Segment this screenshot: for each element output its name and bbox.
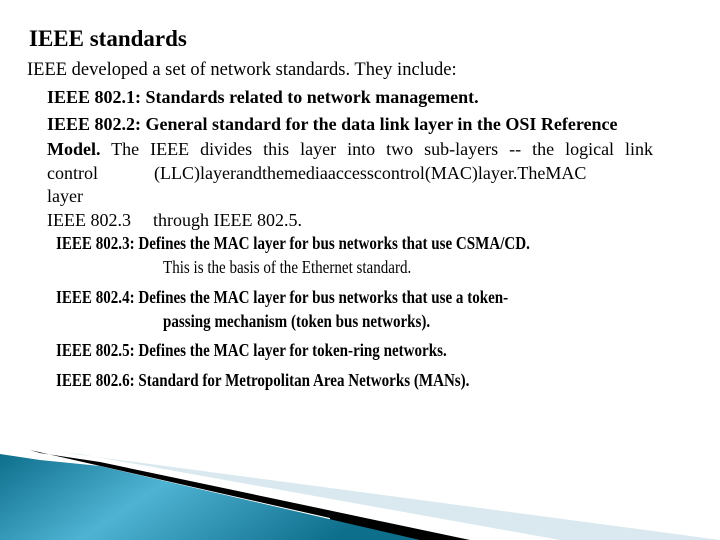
item-802-3-line2: This is the basis of the Ethernet standa… — [163, 257, 452, 277]
item-text: (LLC)layerandthemediaaccesscontrol(MAC)l… — [154, 163, 587, 183]
item-text: passing mechanism (token bus networks). — [163, 311, 431, 331]
item-802-2-line5: IEEE 802.3 through IEEE 802.5. — [47, 211, 302, 229]
item-text: IEEE 802.5: Defines the MAC layer for to… — [56, 340, 447, 360]
item-text: IEEE 802.3: Defines the MAC layer for bu… — [56, 233, 530, 253]
item-802-4-line2: passing mechanism (token bus networks). — [163, 311, 474, 331]
item-text: The IEEE divides this layer into two sub… — [100, 139, 654, 159]
item-802-1: IEEE 802.1: Standards related to network… — [47, 88, 479, 106]
item-text: IEEE 802.6: Standard for Metropolitan Ar… — [56, 370, 470, 390]
item-802-2-line3: control (LLC)layerandthemediaaccesscontro… — [47, 164, 586, 182]
item-802-4-line1: IEEE 802.4: Defines the MAC layer for bu… — [56, 287, 582, 307]
item-802-2-line1: IEEE 802.2: General standard for the dat… — [47, 114, 618, 134]
intro-text: IEEE developed a set of network standard… — [27, 60, 457, 80]
slide-title: IEEE standards — [29, 26, 187, 51]
item-802-5: IEEE 802.5: Defines the MAC layer for to… — [56, 340, 510, 360]
item-text: through IEEE 802.5. — [152, 210, 302, 230]
item-text: IEEE 802.4: Defines the MAC layer for bu… — [56, 287, 509, 307]
item-802-2-line2: Model. The IEEE divides this layer into … — [47, 140, 653, 158]
item-802-6: IEEE 802.6: Standard for Metropolitan Ar… — [56, 370, 537, 390]
item-text: Standards related to network management. — [141, 87, 479, 107]
item-label: IEEE 802.1: — [47, 87, 142, 107]
item-text-bold: Model. — [47, 139, 101, 159]
item-text: This is the basis of the Ethernet standa… — [163, 257, 412, 277]
decorative-swoosh — [0, 450, 720, 540]
item-text: control — [47, 163, 98, 183]
item-text: IEEE 802.3 — [47, 210, 131, 230]
item-802-2-line4: layer — [47, 186, 83, 206]
item-802-3-line1: IEEE 802.3: Defines the MAC layer for bu… — [56, 233, 607, 253]
